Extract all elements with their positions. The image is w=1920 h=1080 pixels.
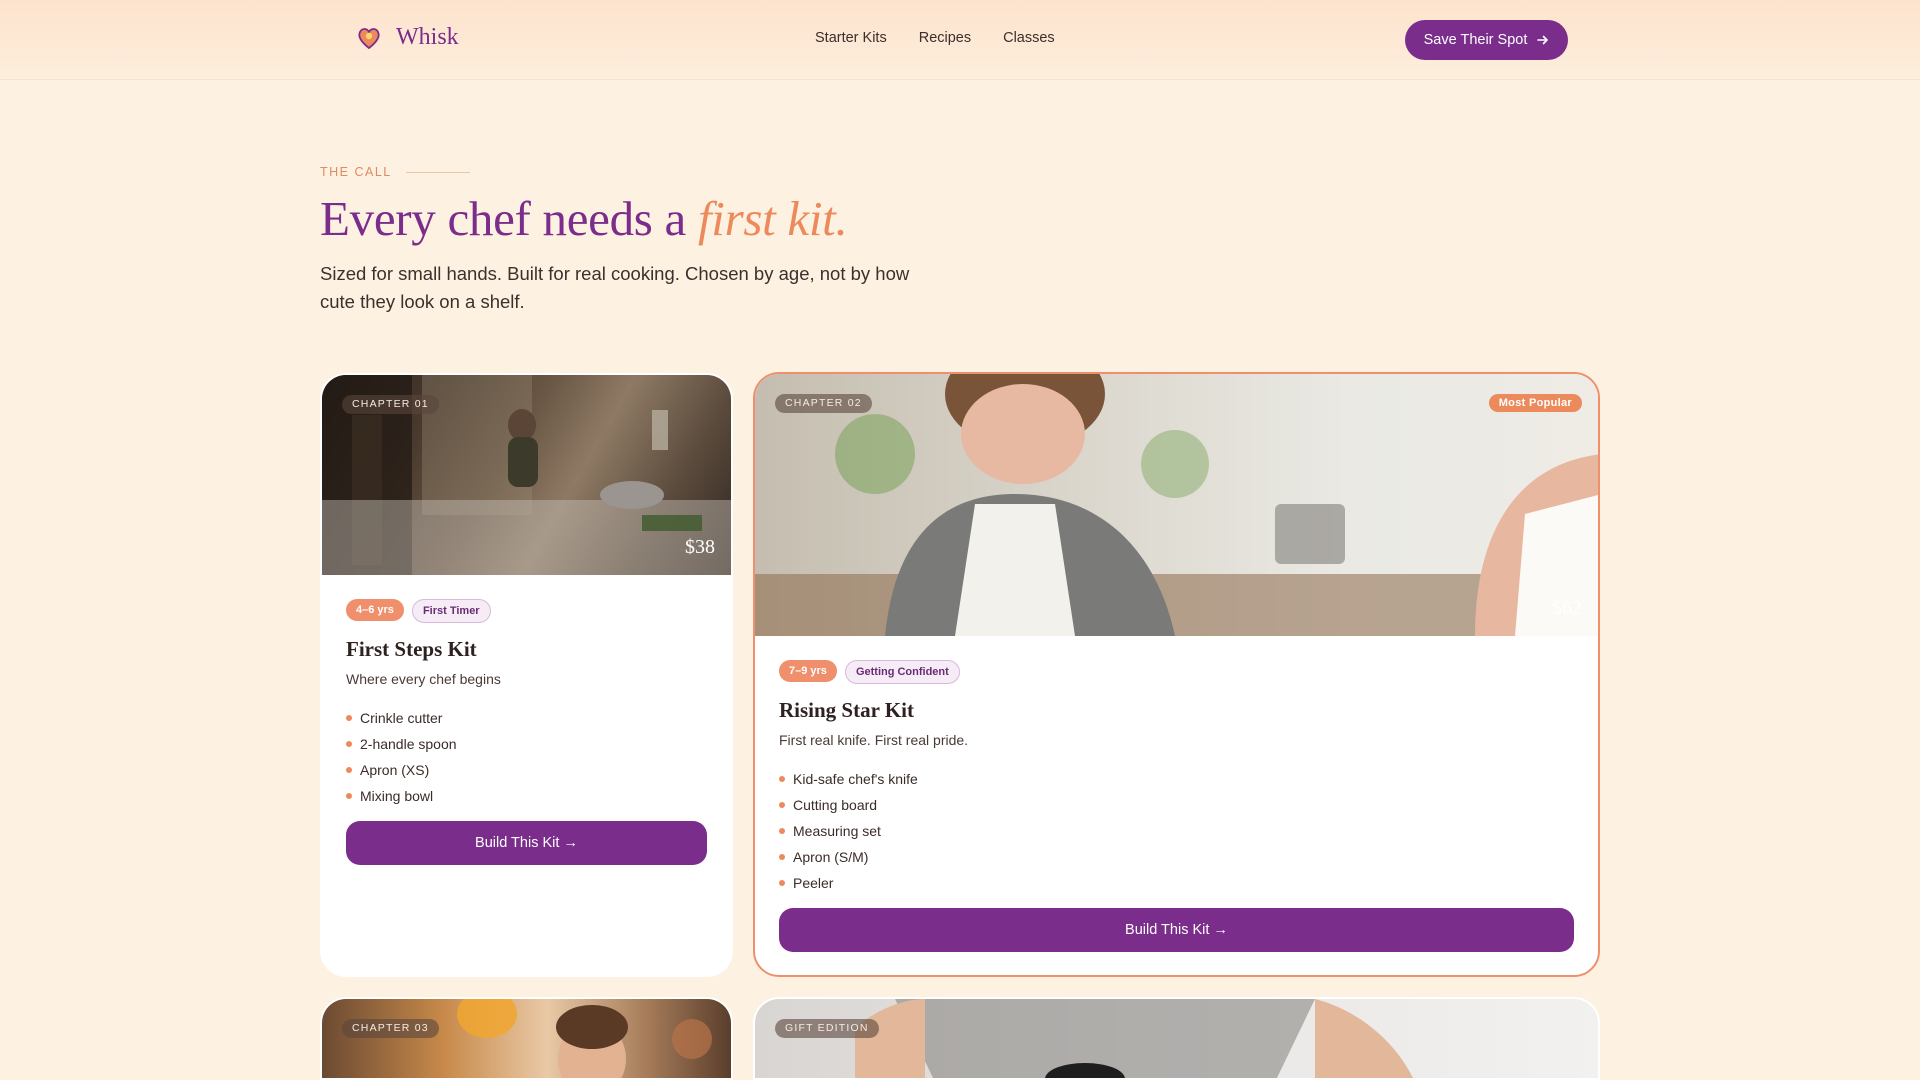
kit-card-first-steps: CHAPTER 01 $38 4–6 yrs First Timer First… — [320, 373, 733, 977]
kit-item-label: Peeler — [793, 875, 834, 891]
kit-item-label: Kid-safe chef's knife — [793, 771, 918, 787]
kit-card-gift-edition: GIFT EDITION — [753, 997, 1600, 1080]
kit-photo: CHAPTER 02 Most Popular $62 — [755, 374, 1598, 636]
brand-logo[interactable]: Whisk — [356, 24, 459, 51]
kitchen-photo-illustration — [755, 374, 1598, 636]
eyebrow-divider — [405, 171, 470, 173]
list-item: Crinkle cutter — [346, 705, 707, 731]
bullet-icon — [779, 880, 785, 886]
build-kit-button[interactable]: Build This Kit → — [346, 821, 707, 865]
bullet-icon — [779, 802, 785, 808]
nav-link-recipes[interactable]: Recipes — [919, 30, 971, 46]
headline-accent: first kit. — [697, 191, 848, 246]
list-item: Cutting board — [779, 792, 1574, 818]
kit-subtitle: First real knife. First real pride. — [779, 732, 969, 748]
kit-item-label: 2-handle spoon — [360, 736, 457, 752]
bullet-icon — [346, 767, 352, 773]
kit-item-label: Cutting board — [793, 797, 878, 813]
kit-item-label: Apron (S/M) — [793, 849, 869, 865]
nav-link-classes[interactable]: Classes — [1003, 30, 1055, 46]
kit-items-list: Crinkle cutter 2-handle spoon Apron (XS)… — [346, 705, 707, 809]
brand-name: Whisk — [396, 24, 459, 50]
most-popular-badge: Most Popular — [1488, 394, 1582, 412]
hero-description: Sized for small hands. Built for real co… — [320, 263, 910, 312]
chapter-badge: CHAPTER 03 — [342, 1019, 439, 1038]
list-item: Apron (S/M) — [779, 844, 1574, 870]
kitchen-photo-illustration — [855, 999, 1413, 1078]
age-badge: 7–9 yrs — [779, 660, 837, 682]
kit-tags: 7–9 yrs Getting Confident — [779, 660, 1574, 684]
kitchen-photo-illustration — [457, 999, 712, 1078]
list-item: Peeler — [779, 870, 1574, 896]
top-nav: Whisk Starter Kits Recipes Classes Save … — [0, 0, 1920, 80]
save-spot-button[interactable]: Save Their Spot — [1405, 20, 1568, 60]
headline-main: Every chef needs a — [320, 191, 686, 246]
save-spot-label: Save Their Spot — [1423, 32, 1528, 48]
chapter-badge: CHAPTER 02 — [775, 394, 872, 413]
kit-card-body: 4–6 yrs First Timer First Steps Kit Wher… — [322, 575, 731, 865]
list-item: Measuring set — [779, 818, 1574, 844]
nav-link-starter-kits[interactable]: Starter Kits — [815, 30, 887, 46]
bullet-icon — [346, 741, 352, 747]
section-eyebrow: THE CALL — [320, 165, 470, 179]
kit-subtitle: Where every chef begins — [346, 671, 501, 687]
build-kit-button[interactable]: Build This Kit → — [779, 908, 1574, 952]
kit-photo: CHAPTER 03 — [322, 999, 731, 1078]
kit-item-label: Crinkle cutter — [360, 710, 443, 726]
kit-tags: 4–6 yrs First Timer — [346, 599, 707, 623]
kit-item-label: Apron (XS) — [360, 762, 430, 778]
kit-title: First Steps Kit — [346, 637, 477, 661]
kit-photo: CHAPTER 01 $38 — [322, 375, 731, 575]
list-item: Kid-safe chef's knife — [779, 766, 1574, 792]
nav-links: Starter Kits Recipes Classes — [815, 30, 1087, 46]
page-title: Every chef needs a first kit. — [320, 190, 848, 247]
kit-price: $62 — [1552, 597, 1582, 619]
kit-price: $38 — [685, 536, 715, 558]
list-item: Mixing bowl — [346, 783, 707, 809]
bullet-icon — [346, 715, 352, 721]
age-badge: 4–6 yrs — [346, 599, 404, 621]
kit-card-rising-star: CHAPTER 02 Most Popular $62 7–9 yrs Gett… — [753, 372, 1600, 977]
eyebrow-label: THE CALL — [320, 165, 392, 179]
kit-items-list: Kid-safe chef's knife Cutting board Meas… — [779, 766, 1574, 896]
kit-item-label: Mixing bowl — [360, 788, 434, 804]
kit-card-chapter-03: CHAPTER 03 — [320, 997, 733, 1080]
list-item: 2-handle spoon — [346, 731, 707, 757]
chapter-badge: CHAPTER 01 — [342, 395, 439, 414]
level-badge: Getting Confident — [844, 660, 960, 684]
bullet-icon — [779, 776, 785, 782]
list-item: Apron (XS) — [346, 757, 707, 783]
kit-photo: GIFT EDITION — [755, 999, 1598, 1078]
bullet-icon — [346, 793, 352, 799]
heart-whisk-icon — [358, 27, 380, 49]
bullet-icon — [779, 854, 785, 860]
kit-card-body: 7–9 yrs Getting Confident Rising Star Ki… — [755, 636, 1598, 952]
bullet-icon — [779, 828, 785, 834]
chapter-badge: GIFT EDITION — [775, 1019, 879, 1038]
kit-title: Rising Star Kit — [779, 698, 914, 722]
arrow-right-icon — [1537, 35, 1549, 45]
level-badge: First Timer — [411, 599, 491, 623]
kit-item-label: Measuring set — [793, 823, 881, 839]
